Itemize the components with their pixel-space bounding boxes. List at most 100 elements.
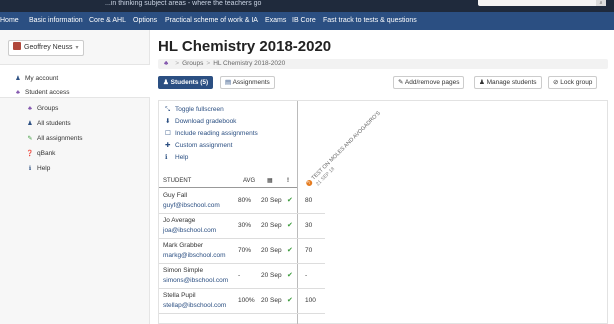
nav-home[interactable]: Home [0,12,19,30]
student-date: 20 Sep [261,222,282,229]
student-column-header[interactable]: STUDENT [163,176,191,186]
flag-column-header[interactable]: ! [287,176,289,186]
student-avg: 70% [238,247,252,254]
chevron-down-icon: ▾ [75,45,79,51]
student-name[interactable]: Jo Average [163,217,195,224]
add-remove-pages-button[interactable]: ✎ Add/remove pages [393,76,465,89]
top-strip: ...in thinking subject areas - where the… [0,0,614,12]
user-menu-button[interactable]: Geoffrey Neuss ▾ [8,40,84,56]
row-divider [159,238,325,239]
question-icon: ❓ [26,151,34,157]
sidebar-item-label: All assignments [37,135,83,142]
check-icon: ✔ [287,247,293,254]
breadcrumb-separator: > [175,60,180,67]
pencil-icon: ✎ [27,136,33,142]
assignment-title: TEST ON MOLES AND AVOGADRO'S [310,110,382,182]
include-reading-label: Include reading assignments [175,130,258,137]
download-icon: ⬇ [165,118,171,125]
student-avg: - [238,272,241,279]
student-name[interactable]: Guy Fall [163,192,187,199]
student-name[interactable]: Mark Grabber [163,242,203,249]
help-label: Help [175,154,189,161]
info-icon: ℹ [165,154,168,161]
student-email[interactable]: simons@ibschool.com [163,277,228,284]
file-icon: ▤ [225,79,233,86]
assignment-score[interactable]: - [305,272,307,279]
header-divider [159,187,297,188]
user-icon: ♟ [479,79,487,86]
student-date: 20 Sep [261,197,282,204]
custom-assignment-link[interactable]: ✚ Custom assignment [165,141,232,151]
lock-group-label: Lock group [560,79,593,86]
gradebook-panel: ⤡ Toggle fullscreen ⬇ Download gradebook ☐… [158,100,608,324]
users-icon: ♣ [164,60,169,67]
student-name[interactable]: Stella Pupil [163,292,196,299]
sidebar-item-label: qBank [37,150,56,157]
sidebar-item-label: Student access [25,89,70,96]
include-reading-checkbox[interactable]: ☐ Include reading assignments [165,129,258,139]
sidebar-item-label: All students [37,120,71,127]
checkbox-icon: ☐ [165,130,171,137]
breadcrumb-current: HL Chemistry 2018-2020 [213,60,286,67]
manage-students-button[interactable]: ♟ Manage students [474,76,542,89]
breadcrumb-separator: > [206,60,211,67]
sidebar-item-qbank[interactable]: ❓ qBank [26,149,55,159]
nav-exams[interactable]: Exams [265,12,286,30]
sidebar-item-help[interactable]: ℹ Help [26,164,51,174]
sidebar: Geoffrey Neuss ▾ ♟ My account ♣ Student acc… [0,30,150,324]
assignment-score[interactable]: 80 [305,197,312,204]
tab-students[interactable]: ♟ Students (5) [158,76,214,89]
nav-options[interactable]: Options [133,12,157,30]
student-email[interactable]: markg@ibschool.com [163,252,226,259]
help-link[interactable]: ℹ Help [165,153,188,163]
student-date: 20 Sep [261,297,282,304]
user-icon: ♟ [15,76,21,82]
student-email[interactable]: guyf@ibschool.com [163,202,220,209]
student-avg: 100% [238,297,255,304]
nav-practical[interactable]: Practical scheme of work & IA [165,12,258,30]
search-icon[interactable]: ⌕ [596,0,606,6]
student-name[interactable]: Simon Simple [163,267,203,274]
sidebar-item-student-access[interactable]: ♣ Student access [14,88,69,98]
avg-column-header[interactable]: AVG [243,176,255,186]
main-nav: Home Basic information Core & AHL Option… [0,12,614,30]
user-icon: ♟ [163,79,171,86]
nav-basic-information[interactable]: Basic information [29,12,83,30]
search-input[interactable] [478,0,604,6]
student-email[interactable]: stellap@ibschool.com [163,302,226,309]
toggle-fullscreen-link[interactable]: ⤡ Toggle fullscreen [165,105,224,115]
download-gradebook-link[interactable]: ⬇ Download gradebook [165,117,236,127]
sidebar-item-groups[interactable]: ♣ Groups [26,104,58,114]
lock-group-button[interactable]: ⊘ Lock group [548,76,598,89]
site-tagline: ...in thinking subject areas - where the… [105,0,262,7]
assignment-column-header[interactable]: ?TEST ON MOLES AND AVOGADRO'S [305,110,382,188]
sidebar-item-all-students[interactable]: ♟ All students [26,119,71,129]
student-email[interactable]: joa@ibschool.com [163,227,216,234]
users-icon: ♣ [16,90,20,96]
assignment-score[interactable]: 30 [305,222,312,229]
tab-assignments[interactable]: ▤ Assignments [220,76,275,89]
assignment-score[interactable]: 100 [305,297,316,304]
plus-icon: ✚ [165,142,171,149]
student-date: 20 Sep [261,272,282,279]
nav-ib-core[interactable]: IB Core [292,12,316,30]
student-avg: 80% [238,197,252,204]
check-icon: ✔ [287,222,293,229]
manage-students-label: Manage students [486,79,537,86]
sidebar-item-all-assignments[interactable]: ✎ All assignments [26,134,83,144]
nav-fast-track[interactable]: Fast track to tests & questions [323,12,417,30]
user-icon: ♟ [27,121,33,127]
edit-icon: ✎ [398,79,405,86]
calendar-icon[interactable]: ▦ [267,176,273,186]
question-icon: ? [305,178,314,188]
sidebar-item-my-account[interactable]: ♟ My account [14,74,58,84]
tab-assignments-label: Assignments [232,79,270,86]
fullscreen-icon: ⤡ [165,106,171,113]
nav-core-ahl[interactable]: Core & AHL [89,12,126,30]
add-remove-pages-label: Add/remove pages [404,79,460,86]
assignment-score[interactable]: 70 [305,247,312,254]
custom-assignment-label: Custom assignment [175,142,233,149]
check-icon: ✔ [287,197,293,204]
avatar [13,42,21,50]
breadcrumb-groups[interactable]: Groups [182,60,203,67]
